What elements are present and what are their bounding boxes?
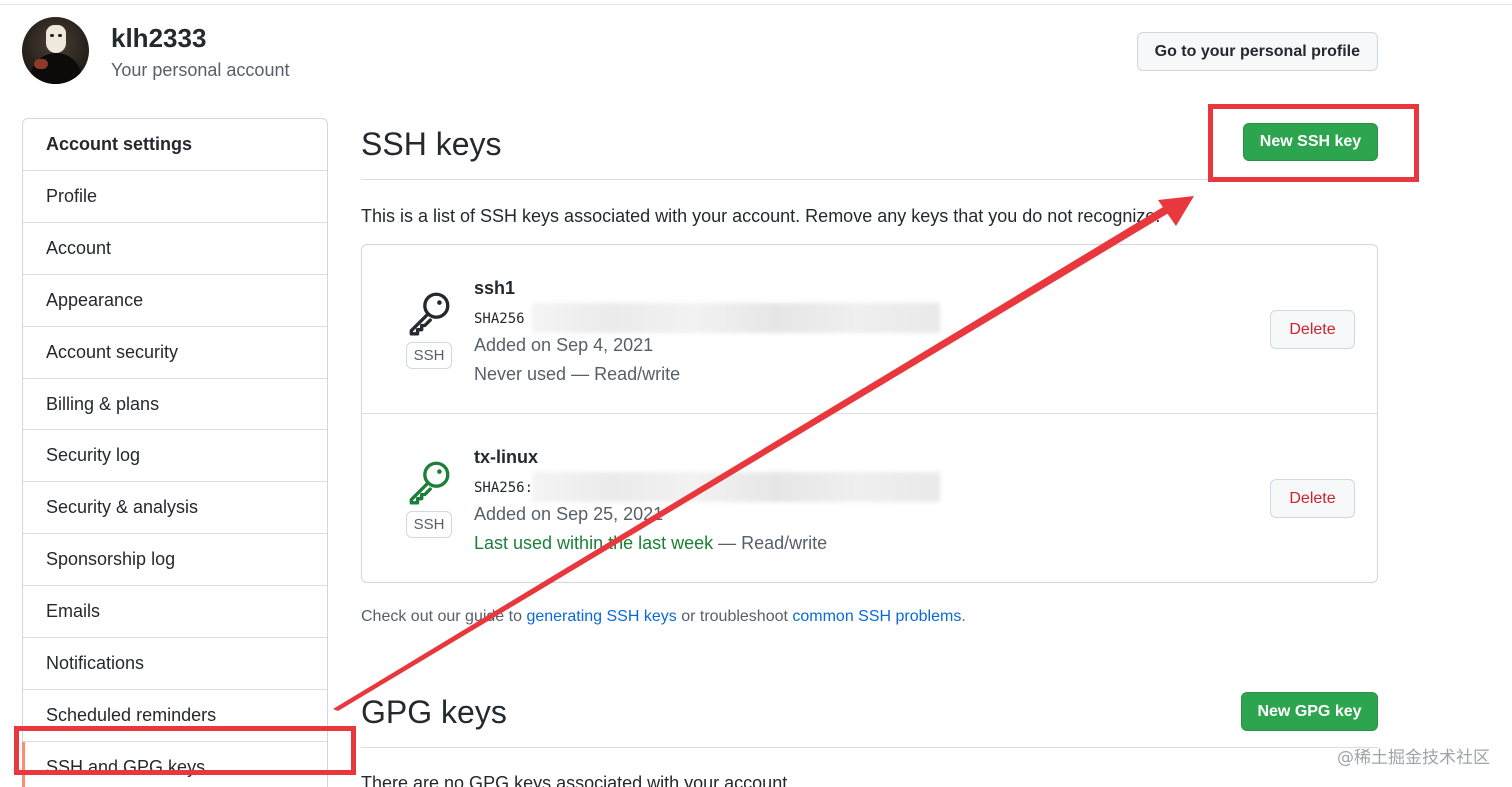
gpg-section-header: GPG keys New GPG key xyxy=(361,686,1378,748)
sidebar-item-notifications[interactable]: Notifications xyxy=(23,638,327,690)
new-gpg-key-button[interactable]: New GPG key xyxy=(1241,692,1378,731)
key-added-date: Added on Sep 4, 2021 xyxy=(474,335,654,355)
ssh-type-badge: SSH xyxy=(406,511,452,538)
ssh-key-title: tx-linux xyxy=(474,447,539,467)
guide-prefix: Check out our guide to xyxy=(361,608,527,625)
fingerprint-label: SHA256 xyxy=(474,311,525,327)
ssh-key-item: SSH ssh1 SHA256 Added on Sep 4, 2021 Nev… xyxy=(362,245,1377,414)
key-usage-main: Never used xyxy=(474,364,567,384)
key-added-date: Added on Sep 25, 2021 xyxy=(474,504,664,524)
delete-key-button[interactable]: Delete xyxy=(1270,310,1355,349)
ssh-type-badge: SSH xyxy=(406,342,452,369)
sidebar-item-emails[interactable]: Emails xyxy=(23,586,327,639)
sidebar-item-account[interactable]: Account xyxy=(23,223,327,275)
key-icon xyxy=(409,461,450,505)
new-ssh-key-button[interactable]: New SSH key xyxy=(1243,123,1378,161)
go-to-profile-button[interactable]: Go to your personal profile xyxy=(1136,32,1378,71)
username: klh2333 xyxy=(111,23,207,53)
ssh-guide-text: Check out our guide to generating SSH ke… xyxy=(361,608,966,626)
ssh-key-title: ssh1 xyxy=(474,278,516,298)
watermark: @稀土掘金技术社区 xyxy=(1337,748,1490,768)
sidebar-heading: Account settings xyxy=(23,119,327,171)
fingerprint-redacted xyxy=(532,472,940,502)
avatar[interactable] xyxy=(22,17,89,84)
ssh-section-header: SSH keys New SSH key xyxy=(361,118,1378,180)
guide-suffix: . xyxy=(961,608,966,625)
avatar-accent xyxy=(34,59,48,69)
delete-key-button[interactable]: Delete xyxy=(1270,479,1355,518)
key-icon xyxy=(409,292,450,336)
sidebar-item-billing[interactable]: Billing & plans xyxy=(23,379,327,431)
sidebar-item-scheduled-reminders[interactable]: Scheduled reminders xyxy=(23,690,327,742)
sidebar-item-sponsorship-log[interactable]: Sponsorship log xyxy=(23,534,327,587)
key-usage-status: Never used — Read/write xyxy=(474,364,680,385)
sidebar-item-security-analysis[interactable]: Security & analysis xyxy=(23,482,327,535)
top-rule xyxy=(0,0,1512,5)
key-usage-status: Last used within the last week — Read/wr… xyxy=(474,533,827,554)
settings-sidebar: Account settings Profile Account Appeara… xyxy=(22,118,328,787)
gpg-section-title: GPG keys xyxy=(361,694,507,730)
account-type: Your personal account xyxy=(111,60,290,80)
common-ssh-problems-link[interactable]: common SSH problems xyxy=(792,608,961,625)
key-usage-access: — Read/write xyxy=(713,533,828,553)
key-usage-access: — Read/write xyxy=(566,364,681,384)
fingerprint-label: SHA256: xyxy=(474,480,534,496)
ssh-key-list: SSH ssh1 SHA256 Added on Sep 4, 2021 Nev… xyxy=(361,244,1378,583)
sidebar-item-security-log[interactable]: Security log xyxy=(23,430,327,483)
sidebar-item-profile[interactable]: Profile xyxy=(23,171,327,223)
account-header: klh2333 Your personal account Go to your… xyxy=(22,17,1378,87)
avatar-mask xyxy=(46,25,66,53)
gpg-empty-text: There are no GPG keys associated with yo… xyxy=(361,773,793,787)
sidebar-item-account-security[interactable]: Account security xyxy=(23,327,327,379)
ssh-intro-text: This is a list of SSH keys associated wi… xyxy=(361,206,1161,226)
ssh-key-item: SSH tx-linux SHA256: Added on Sep 25, 20… xyxy=(362,414,1377,583)
generating-ssh-keys-link[interactable]: generating SSH keys xyxy=(526,608,676,625)
sidebar-item-ssh-gpg-keys[interactable]: SSH and GPG keys xyxy=(22,741,327,787)
fingerprint-redacted xyxy=(532,303,940,333)
key-usage-main: Last used within the last week xyxy=(474,533,714,553)
ssh-section-title: SSH keys xyxy=(361,126,502,162)
sidebar-item-appearance[interactable]: Appearance xyxy=(23,275,327,327)
guide-middle: or troubleshoot xyxy=(676,608,793,625)
